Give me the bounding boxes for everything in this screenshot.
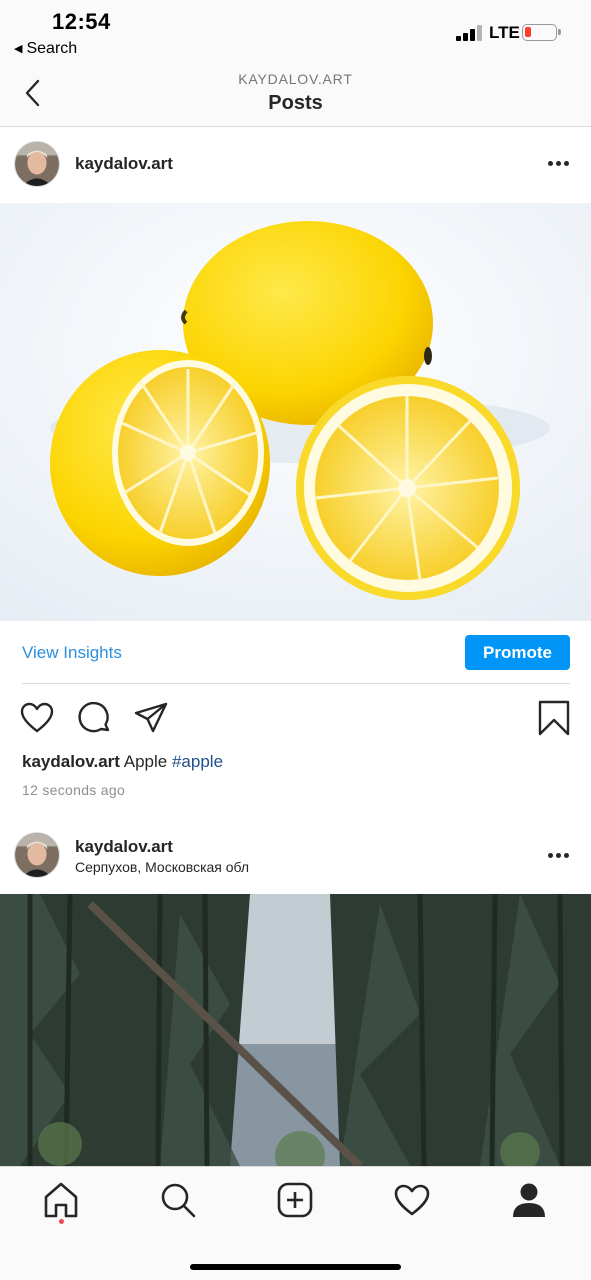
heart-icon[interactable] — [19, 700, 55, 736]
battery-level — [525, 27, 531, 37]
caption-text: Apple — [119, 752, 172, 771]
bookmark-icon[interactable] — [536, 700, 572, 736]
notification-dot — [59, 1219, 64, 1224]
battery-icon — [522, 24, 561, 41]
post-location[interactable]: Серпухов, Московская обл — [75, 859, 249, 875]
nav-header: KAYDALOV.ART Posts — [0, 62, 591, 127]
divider — [22, 683, 570, 684]
search-icon[interactable] — [159, 1181, 197, 1219]
tab-bar — [0, 1166, 591, 1280]
caption-hashtag[interactable]: #apple — [172, 752, 223, 771]
post-username[interactable]: kaydalov.art — [75, 154, 173, 174]
post-photo[interactable] — [0, 894, 591, 1166]
back-triangle-icon: ◀ — [14, 43, 23, 55]
post-header: kaydalov.art — [0, 128, 591, 204]
more-options-icon[interactable] — [546, 851, 572, 861]
activity-heart-icon[interactable] — [393, 1181, 431, 1219]
post-header: kaydalov.art Серпухов, Московская обл — [0, 818, 591, 894]
post-username[interactable]: kaydalov.art — [75, 837, 173, 857]
share-icon[interactable] — [133, 700, 169, 736]
caption-username[interactable]: kaydalov.art — [22, 752, 120, 771]
status-time: 12:54 — [52, 9, 111, 34]
post-caption: kaydalov.art Apple #apple — [22, 752, 223, 772]
network-type: LTE — [489, 23, 520, 42]
avatar[interactable] — [14, 141, 60, 187]
account-name: KAYDALOV.ART — [238, 71, 353, 87]
home-icon[interactable] — [42, 1181, 80, 1219]
more-options-icon[interactable] — [546, 159, 572, 169]
post-photo[interactable] — [0, 203, 591, 621]
back-app-label: Search — [26, 40, 78, 57]
post-timestamp: 12 seconds ago — [22, 782, 126, 798]
page-title: Posts — [268, 92, 323, 114]
add-post-icon[interactable] — [276, 1181, 314, 1219]
profile-icon[interactable] — [510, 1181, 548, 1219]
cellular-signal-icon — [456, 25, 482, 41]
back-to-search-link[interactable]: ◀ Search — [14, 40, 77, 58]
home-indicator — [190, 1264, 401, 1270]
view-insights-link[interactable]: View Insights — [22, 643, 122, 663]
avatar[interactable] — [14, 832, 60, 878]
comment-icon[interactable] — [77, 700, 113, 736]
status-bar: 12:54 ◀ Search LTE — [0, 0, 591, 62]
promote-button[interactable]: Promote — [465, 635, 570, 670]
